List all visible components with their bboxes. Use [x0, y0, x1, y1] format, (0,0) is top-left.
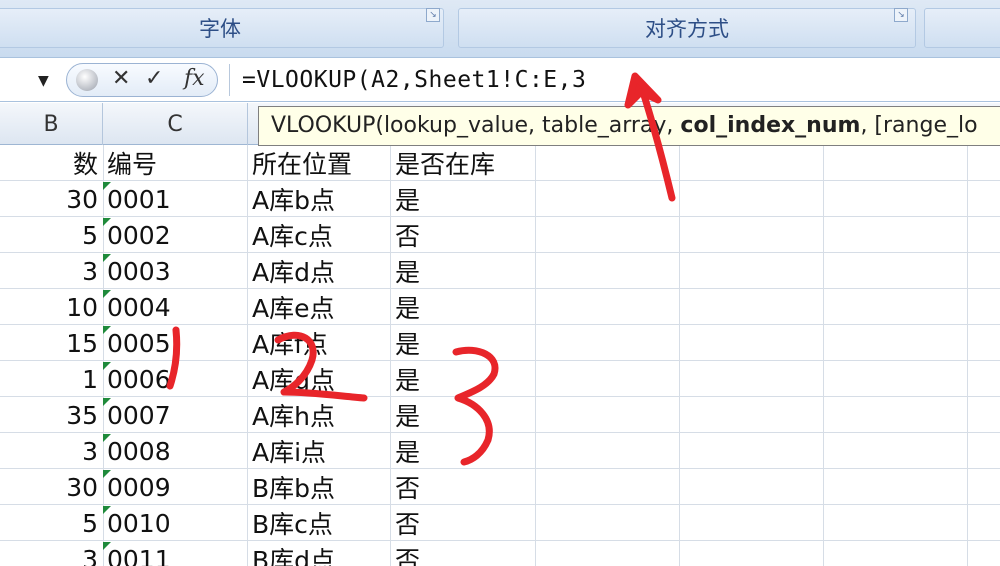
cell-c[interactable]: 0003	[105, 253, 245, 289]
formula-bar: ▼ ✕ ✓ fx =VLOOKUP(A2,Sheet1!C:E,3	[0, 58, 1000, 102]
insert-function-icon[interactable]: fx	[184, 66, 205, 91]
ribbon-group-font[interactable]: 字体	[0, 8, 444, 48]
font-dialog-launcher-icon[interactable]: ↘	[426, 8, 440, 22]
cell-d[interactable]: A库i点	[250, 433, 390, 469]
table-row: 1 0006 A库g点 是	[0, 361, 1000, 397]
column-header-c[interactable]: C	[103, 103, 248, 145]
function-argument-tooltip: VLOOKUP(lookup_value, table_array, col_i…	[258, 106, 1000, 146]
cell-c[interactable]: 0008	[105, 433, 245, 469]
cell-d[interactable]: B库d点	[250, 541, 390, 566]
table-row: 5 0010 B库c点 否	[0, 505, 1000, 541]
cell-e[interactable]: 是	[393, 253, 533, 289]
cell-d[interactable]: A库b点	[250, 181, 390, 217]
alignment-dialog-launcher-icon[interactable]: ↘	[894, 8, 908, 22]
cell-e[interactable]: 是	[393, 181, 533, 217]
cell-e[interactable]: 否	[393, 505, 533, 541]
name-box-dropdown-icon[interactable]: ▼	[38, 73, 49, 89]
cell-e[interactable]: 是	[393, 325, 533, 361]
cell-e[interactable]: 是	[393, 361, 533, 397]
cell-c[interactable]: 0005	[105, 325, 245, 361]
cell-c[interactable]: 0001	[105, 181, 245, 217]
tooltip-current-argument[interactable]: col_index_num	[680, 113, 860, 138]
cell-d[interactable]: A库h点	[250, 397, 390, 433]
column-header-c-label: C	[167, 111, 183, 137]
cell-b[interactable]: 3	[0, 433, 100, 469]
header-row: 数 编号 所在位置 是否在库	[0, 145, 1000, 181]
cell-e[interactable]: 是	[393, 397, 533, 433]
cell-e[interactable]: 是	[393, 433, 533, 469]
cell-b[interactable]: 30	[0, 181, 100, 217]
tooltip-suffix: , [range_lo	[860, 113, 978, 138]
cell-b[interactable]: 15	[0, 325, 100, 361]
cell-b[interactable]: 3	[0, 541, 100, 566]
ribbon-group-alignment-label: 对齐方式	[645, 17, 729, 41]
cell-header-e[interactable]: 是否在库	[393, 145, 533, 181]
table-row: 3 0003 A库d点 是	[0, 253, 1000, 289]
cell-b[interactable]: 10	[0, 289, 100, 325]
cell-b[interactable]: 5	[0, 217, 100, 253]
ribbon-group-alignment[interactable]: 对齐方式	[458, 8, 916, 48]
table-row: 10 0004 A库e点 是	[0, 289, 1000, 325]
cell-b[interactable]: 3	[0, 253, 100, 289]
ribbon: 字体 ↘ 对齐方式 ↘	[0, 0, 1000, 58]
cell-e[interactable]: 否	[393, 217, 533, 253]
formula-input[interactable]: =VLOOKUP(A2,Sheet1!C:E,3	[242, 67, 586, 93]
table-row: 30 0009 B库b点 否	[0, 469, 1000, 505]
cell-e[interactable]: 是	[393, 289, 533, 325]
column-header-b[interactable]: B	[0, 103, 103, 145]
cell-d[interactable]: A库g点	[250, 361, 390, 397]
cell-c[interactable]: 0006	[105, 361, 245, 397]
column-header-b-label: B	[43, 111, 59, 137]
cell-b[interactable]: 35	[0, 397, 100, 433]
ribbon-group-font-label: 字体	[199, 17, 241, 41]
cell-c[interactable]: 0004	[105, 289, 245, 325]
cell-d[interactable]: A库c点	[250, 217, 390, 253]
table-row: 35 0007 A库h点 是	[0, 397, 1000, 433]
table-row: 5 0002 A库c点 否	[0, 217, 1000, 253]
ribbon-group-next[interactable]	[924, 8, 1000, 48]
cancel-icon[interactable]: ✕	[112, 66, 130, 91]
cell-b[interactable]: 1	[0, 361, 100, 397]
cell-d[interactable]: A库f点	[250, 325, 390, 361]
cell-d[interactable]: A库e点	[250, 289, 390, 325]
cell-b[interactable]: 30	[0, 469, 100, 505]
worksheet-grid: 数 编号 所在位置 是否在库 30 0001 A库b点 是 5 0002 A库c…	[0, 145, 1000, 566]
cell-d[interactable]: A库d点	[250, 253, 390, 289]
table-row: 15 0005 A库f点 是	[0, 325, 1000, 361]
cell-b[interactable]: 5	[0, 505, 100, 541]
cell-c[interactable]: 0011	[105, 541, 245, 566]
cell-d[interactable]: B库c点	[250, 505, 390, 541]
cell-header-d[interactable]: 所在位置	[250, 145, 390, 181]
cell-c[interactable]: 0002	[105, 217, 245, 253]
cell-c[interactable]: 0009	[105, 469, 245, 505]
table-row: 30 0001 A库b点 是	[0, 181, 1000, 217]
cell-d[interactable]: B库b点	[250, 469, 390, 505]
formula-bar-handle-icon[interactable]	[76, 69, 98, 91]
enter-check-icon[interactable]: ✓	[145, 66, 163, 91]
cell-header-c[interactable]: 编号	[105, 145, 245, 181]
cell-e[interactable]: 否	[393, 541, 533, 566]
table-row: 3 0011 B库d点 否	[0, 541, 1000, 566]
cell-header-b[interactable]: 数	[0, 145, 100, 181]
formula-bar-divider	[229, 64, 230, 96]
cell-e[interactable]: 否	[393, 469, 533, 505]
cell-c[interactable]: 0010	[105, 505, 245, 541]
tooltip-prefix: VLOOKUP(lookup_value, table_array,	[271, 113, 681, 138]
table-row: 3 0008 A库i点 是	[0, 433, 1000, 469]
cell-c[interactable]: 0007	[105, 397, 245, 433]
